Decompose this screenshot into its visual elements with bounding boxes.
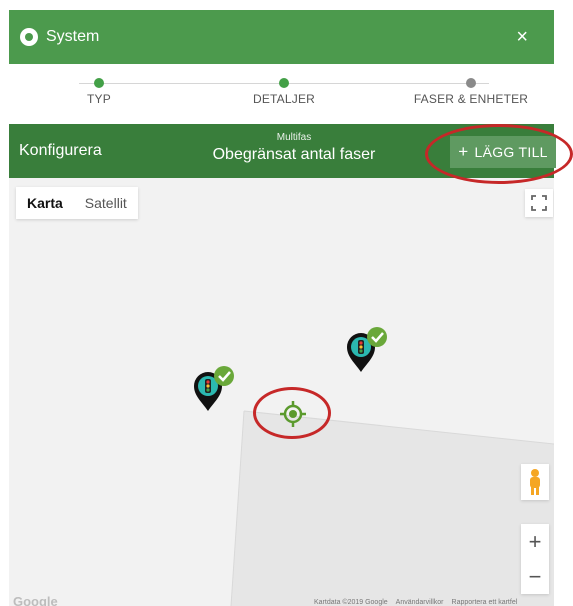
- phase-mode-small: Multifas: [276, 132, 312, 143]
- step-detaljer[interactable]: DETALJER: [214, 78, 354, 106]
- zoom-in-button[interactable]: +: [521, 524, 549, 559]
- step-typ[interactable]: TYP: [29, 78, 169, 106]
- config-title: Konfigurera: [19, 142, 102, 159]
- google-logo: Google: [13, 594, 58, 606]
- phase-mode-value: Obegränsat antal faser: [212, 146, 376, 163]
- checkmark-icon: [367, 327, 387, 347]
- report-error-link[interactable]: Rapportera ett kartfel: [452, 599, 518, 606]
- step-label: DETALJER: [252, 92, 316, 106]
- map-type-toggle: Karta Satellit: [16, 187, 138, 219]
- pegman-icon: [530, 469, 540, 495]
- traffic-light-marker-2[interactable]: [345, 325, 389, 375]
- dialog-header: System ×: [9, 10, 554, 64]
- zoom-out-button[interactable]: −: [521, 559, 549, 594]
- terms-link[interactable]: Användarvillkor: [396, 599, 444, 606]
- dialog-frame: System × TYP DETALJER FASER & ENHETER Ko…: [0, 0, 573, 606]
- map-data-credit: Kartdata ©2019 Google: [314, 599, 388, 606]
- step-faser-enheter[interactable]: FASER & ENHETER: [401, 78, 541, 106]
- fullscreen-icon: [531, 195, 547, 211]
- checkmark-icon: [214, 366, 234, 386]
- annotation-circle-add: [425, 124, 573, 184]
- zoom-control: + −: [521, 524, 549, 594]
- step-dot: [94, 78, 104, 88]
- dialog-title: System: [46, 28, 100, 45]
- fullscreen-button[interactable]: [525, 189, 553, 217]
- map-type-satellit[interactable]: Satellit: [74, 187, 138, 219]
- system-icon: [20, 28, 38, 46]
- step-label: FASER & ENHETER: [413, 92, 529, 106]
- annotation-circle-target: [253, 387, 331, 439]
- step-label: TYP: [87, 92, 111, 106]
- step-dot: [466, 78, 476, 88]
- traffic-light-marker-1[interactable]: [192, 364, 236, 414]
- close-icon[interactable]: ×: [516, 26, 528, 49]
- map-attribution: Kartdata ©2019 Google Användarvillkor Ra…: [314, 599, 517, 606]
- phase-mode: Multifas Obegränsat antal faser: [199, 132, 389, 164]
- stepper: TYP DETALJER FASER & ENHETER: [9, 64, 554, 124]
- step-dot: [279, 78, 289, 88]
- pegman-button[interactable]: [521, 464, 549, 500]
- map-type-karta[interactable]: Karta: [16, 187, 74, 219]
